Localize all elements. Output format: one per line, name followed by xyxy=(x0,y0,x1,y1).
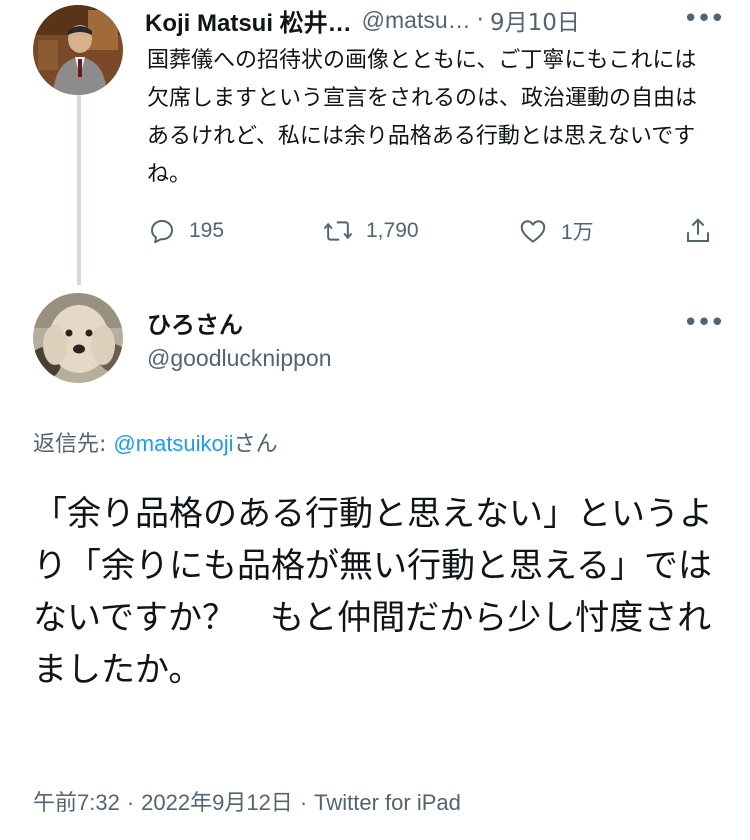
like-count: 1万 xyxy=(561,221,594,244)
author-name[interactable]: Koji Matsui 松井… xyxy=(145,3,352,38)
retweet-count: 1,790 xyxy=(366,219,419,242)
author-handle[interactable]: @matsu… xyxy=(362,7,471,34)
thread-connector-line xyxy=(77,95,81,285)
tweet-actions: 195 1,790 1万 xyxy=(147,216,717,256)
separator: · xyxy=(299,790,308,815)
tweet-source[interactable]: Twitter for iPad xyxy=(314,790,461,815)
reply-button[interactable]: 195 xyxy=(147,216,224,246)
reply-to-line: 返信先: @matsuikojiさん xyxy=(33,426,278,458)
author-name[interactable]: ひろさん xyxy=(147,305,243,340)
tweet-text: 国葬儀への招待状の画像とともに、ご丁寧にもこれには欠席しますという宣言をされるの… xyxy=(147,48,698,187)
reply-to-mention[interactable]: @matsuikoji xyxy=(113,431,233,456)
avatar[interactable] xyxy=(33,5,123,95)
tweet-text: 「余り品格のある行動と思えない」というより「余りにも品格が無い行動と思える」では… xyxy=(33,494,713,690)
reply-to-label: 返信先: xyxy=(33,432,107,457)
retweet-icon xyxy=(322,216,354,246)
separator: · xyxy=(476,7,484,33)
tweet-header: Koji Matsui 松井… @matsu… · 9月10日 xyxy=(145,3,725,38)
author-handle[interactable]: @goodlucknippon xyxy=(147,345,331,372)
reply-count: 195 xyxy=(189,219,225,242)
retweet-button[interactable]: 1,790 xyxy=(322,216,419,246)
tweet-date[interactable]: 2022年9月12日 xyxy=(141,790,293,815)
share-button[interactable] xyxy=(683,216,713,246)
share-icon xyxy=(683,216,713,246)
tweet-time[interactable]: 午前7:32 xyxy=(33,790,120,815)
tweet-date[interactable]: 9月10日 xyxy=(490,3,580,37)
tweet-meta: 午前7:32 · 2022年9月12日 · Twitter for iPad xyxy=(33,785,461,817)
separator: · xyxy=(126,790,135,815)
more-icon[interactable]: ••• xyxy=(683,310,725,336)
avatar[interactable] xyxy=(33,293,123,383)
more-icon[interactable]: ••• xyxy=(683,6,725,32)
reply-icon xyxy=(147,216,177,246)
heart-icon xyxy=(517,216,549,246)
like-button[interactable]: 1万 xyxy=(517,216,594,246)
reply-to-suffix: さん xyxy=(233,432,278,457)
